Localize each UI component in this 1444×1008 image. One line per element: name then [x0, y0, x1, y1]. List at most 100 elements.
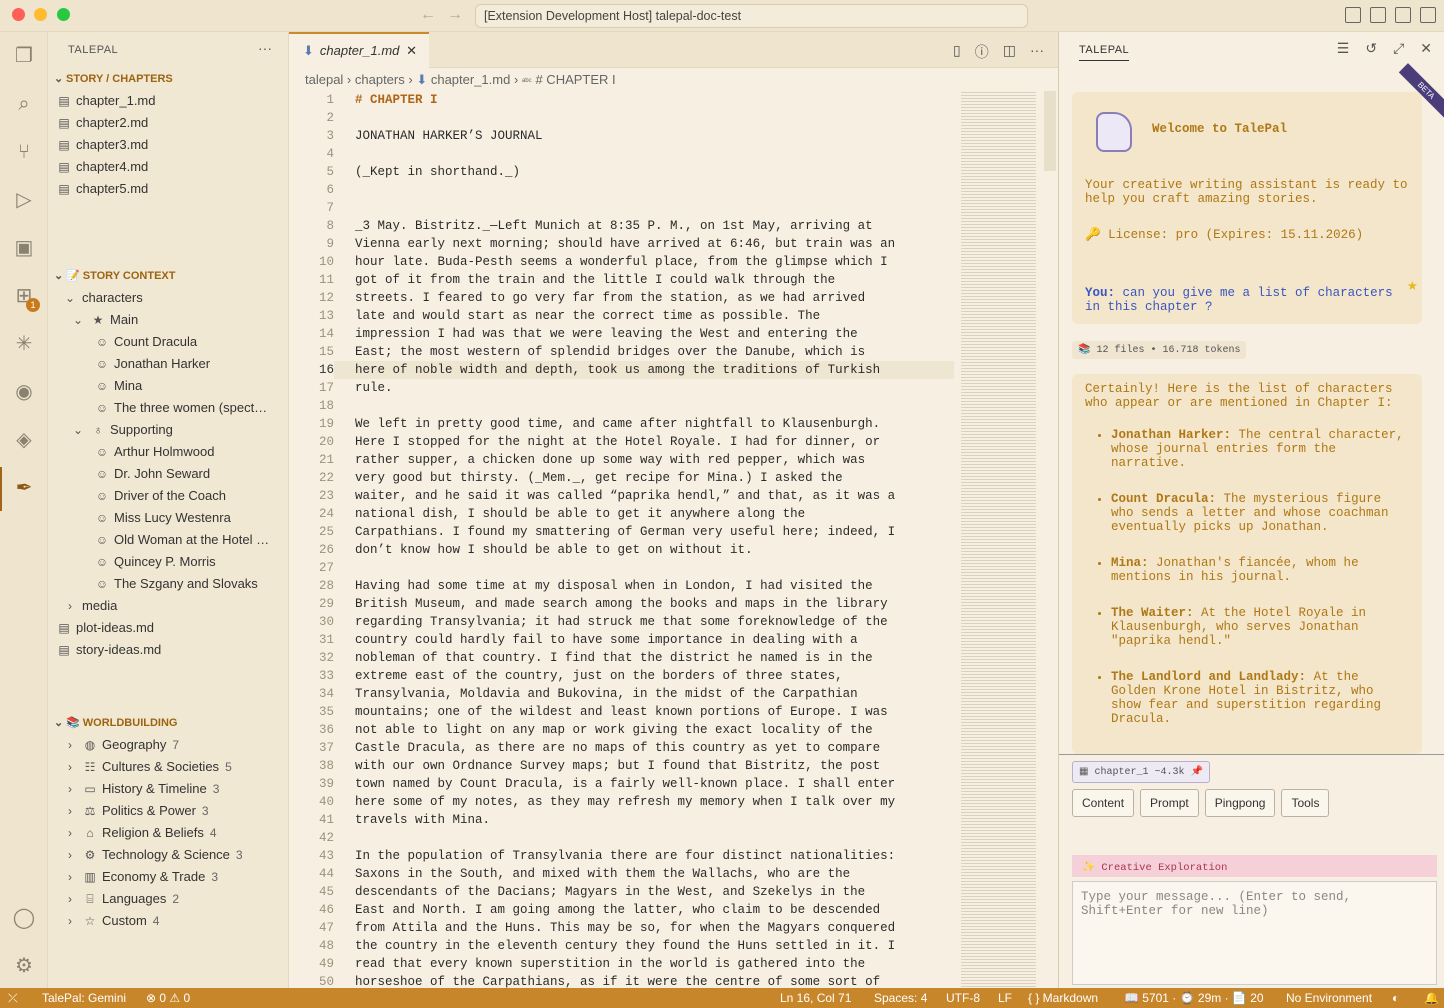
github-icon[interactable]: ◉: [10, 378, 38, 406]
close-icon[interactable]: ✕: [1420, 40, 1432, 57]
code-line[interactable]: regarding Transylvania; it had struck me…: [355, 613, 955, 631]
code-line[interactable]: national dish, I should be able to get i…: [355, 505, 955, 523]
cursor-position[interactable]: Ln 16, Col 71: [780, 988, 851, 1008]
code-line[interactable]: [355, 397, 955, 415]
characters-folder[interactable]: ⌄ characters: [62, 287, 292, 309]
code-line[interactable]: travels with Mina.: [355, 811, 955, 829]
chapter-item[interactable]: ▤ chapter3.md: [56, 134, 286, 156]
code-line[interactable]: In the population of Transylvania there …: [355, 847, 955, 865]
media-folder[interactable]: › media: [62, 595, 292, 617]
code-line[interactable]: town named by Count Dracula, is a fairly…: [355, 775, 955, 793]
world-item-custom[interactable]: › ☆ Custom 4: [62, 910, 292, 932]
sparkle-icon[interactable]: ✳: [10, 330, 38, 358]
minimap[interactable]: [961, 91, 1036, 988]
toggle-secondary-sidebar-icon[interactable]: [1420, 7, 1436, 23]
settings-gear-icon[interactable]: ⚙: [10, 952, 38, 980]
main-group[interactable]: ⌄ ★ Main: [70, 309, 300, 331]
world-item-religion[interactable]: › ⌂ Religion & Beliefs 4: [62, 822, 292, 844]
remote-icon[interactable]: ⤫: [8, 988, 18, 1008]
prompt-button[interactable]: Prompt: [1140, 789, 1199, 817]
remote-explorer-icon[interactable]: ▣: [10, 234, 38, 262]
world-item-politics[interactable]: › ⚖ Politics & Power 3: [62, 800, 292, 822]
code-line[interactable]: waiter, and he said it was called “papri…: [355, 487, 955, 505]
code-line[interactable]: JONATHAN HARKER’S JOURNAL: [355, 127, 955, 145]
eol[interactable]: LF: [998, 988, 1012, 1008]
indentation[interactable]: Spaces: 4: [874, 988, 927, 1008]
character-item[interactable]: ☺ Old Woman at the Hotel …: [94, 529, 284, 551]
toggle-sidebar-icon[interactable]: [1370, 7, 1386, 23]
environment[interactable]: No Environment: [1286, 988, 1372, 1008]
world-item-geography[interactable]: › ◍ Geography 7: [62, 734, 292, 756]
code-line[interactable]: [355, 109, 955, 127]
maximize-window-button[interactable]: [57, 8, 70, 21]
code-line[interactable]: nobleman of that country. I find that th…: [355, 649, 955, 667]
character-item[interactable]: ☺ The three women (spect…: [94, 397, 284, 419]
close-window-button[interactable]: [12, 8, 25, 21]
code-line[interactable]: Having had some time at my disposal when…: [355, 577, 955, 595]
problems-status[interactable]: ⊗ 0 ⚠ 0: [146, 988, 190, 1008]
tools-button[interactable]: Tools: [1281, 789, 1330, 817]
code-line[interactable]: hour late. Buda-Pesth seems a wonderful …: [355, 253, 955, 271]
mode-badge[interactable]: ✨ Creative Exploration: [1072, 855, 1437, 877]
code-line[interactable]: from Attila and the Huns. This may be so…: [355, 919, 955, 937]
message-input[interactable]: Type your message... (Enter to send, Shi…: [1072, 881, 1437, 985]
theme-icon[interactable]: ◐: [1392, 988, 1399, 1008]
code-line[interactable]: Here I stopped for the night at the Hote…: [355, 433, 955, 451]
code-line[interactable]: late and would start as near the correct…: [355, 307, 955, 325]
code-line[interactable]: [355, 559, 955, 577]
code-line[interactable]: _3 May. Bistritz._—Left Munich at 8:35 P…: [355, 217, 955, 235]
split-editor-icon[interactable]: ◫: [1003, 42, 1016, 62]
story-ideas-file[interactable]: ▤ story-ideas.md: [56, 639, 286, 661]
source-control-icon[interactable]: ⑂: [10, 138, 38, 166]
context-chip[interactable]: ▦ chapter_1 ~4.3k 📌: [1072, 761, 1210, 783]
supporting-group[interactable]: ⌄ ♁ Supporting: [70, 419, 300, 441]
code-line[interactable]: East; the most western of splendid bridg…: [355, 343, 955, 361]
code-line[interactable]: British Museum, and made search among th…: [355, 595, 955, 613]
chapter-item[interactable]: ▤ chapter4.md: [56, 156, 286, 178]
back-arrow-icon[interactable]: ←: [420, 6, 436, 24]
code-line[interactable]: here of noble width and depth, took us a…: [355, 361, 955, 379]
code-line[interactable]: with our own Ordnance Survey maps; but I…: [355, 757, 955, 775]
code-line[interactable]: rule.: [355, 379, 955, 397]
code-line[interactable]: [355, 829, 955, 847]
world-item-languages[interactable]: › ⌸ Languages 2: [62, 888, 292, 910]
code-line[interactable]: (_Kept in shorthand._): [355, 163, 955, 181]
tab-chapter-1[interactable]: ⬇ chapter_1.md ✕: [289, 32, 429, 68]
code-line[interactable]: don’t know how I should be able to get o…: [355, 541, 955, 559]
forward-arrow-icon[interactable]: →: [447, 6, 463, 24]
code-line[interactable]: Transylvania, Moldavia and Bukovina, in …: [355, 685, 955, 703]
breadcrumb[interactable]: talepal › chapters › ⬇ chapter_1.md › ᵃᵇ…: [305, 72, 616, 88]
code-line[interactable]: We left in pretty good time, and came af…: [355, 415, 955, 433]
provider-status[interactable]: TalePal: Gemini: [42, 988, 126, 1008]
code-line[interactable]: [355, 181, 955, 199]
code-line[interactable]: not able to light on any map or work giv…: [355, 721, 955, 739]
code-line[interactable]: very good but thirsty. (_Mem._, get reci…: [355, 469, 955, 487]
content-button[interactable]: Content: [1072, 789, 1135, 817]
world-item-cultures[interactable]: › ☷ Cultures & Societies 5: [62, 756, 292, 778]
code-line[interactable]: [355, 145, 955, 163]
world-item-history[interactable]: › ▭ History & Timeline 3: [62, 778, 292, 800]
language-mode[interactable]: { } Markdown: [1028, 988, 1098, 1008]
help-icon[interactable]: ⓘ: [975, 42, 989, 62]
code-line[interactable]: extreme east of the country, just on the…: [355, 667, 955, 685]
pingpong-button[interactable]: Pingpong: [1204, 789, 1276, 817]
talepal-icon[interactable]: ✒: [10, 474, 38, 502]
encoding[interactable]: UTF-8: [946, 988, 980, 1008]
code-line[interactable]: Carpathians. I found my smattering of Ge…: [355, 523, 955, 541]
story-context-section[interactable]: ⌄ 📝 STORY CONTEXT: [48, 265, 288, 287]
code-line[interactable]: # CHAPTER I: [355, 91, 955, 109]
code-line[interactable]: East and North. I am going among the lat…: [355, 901, 955, 919]
chapter-item[interactable]: ▤ chapter5.md: [56, 178, 286, 200]
more-actions-icon[interactable]: ···: [1030, 42, 1044, 62]
code-line[interactable]: the country in the eleventh century they…: [355, 937, 955, 955]
history-icon[interactable]: ↺: [1365, 40, 1377, 57]
code-line[interactable]: rather supper, a chicken done up some wa…: [355, 451, 955, 469]
customize-layout-icon[interactable]: [1345, 7, 1361, 23]
notification-bell-icon[interactable]: 🔔: [1424, 988, 1439, 1008]
open-preview-icon[interactable]: ▯: [953, 42, 961, 62]
plot-ideas-file[interactable]: ▤ plot-ideas.md: [56, 617, 286, 639]
code-line[interactable]: streets. I feared to go very far from th…: [355, 289, 955, 307]
search-icon[interactable]: ⌕: [10, 90, 38, 118]
scrollbar[interactable]: [1044, 91, 1056, 171]
code-line[interactable]: mountains; one of the wildest and least …: [355, 703, 955, 721]
